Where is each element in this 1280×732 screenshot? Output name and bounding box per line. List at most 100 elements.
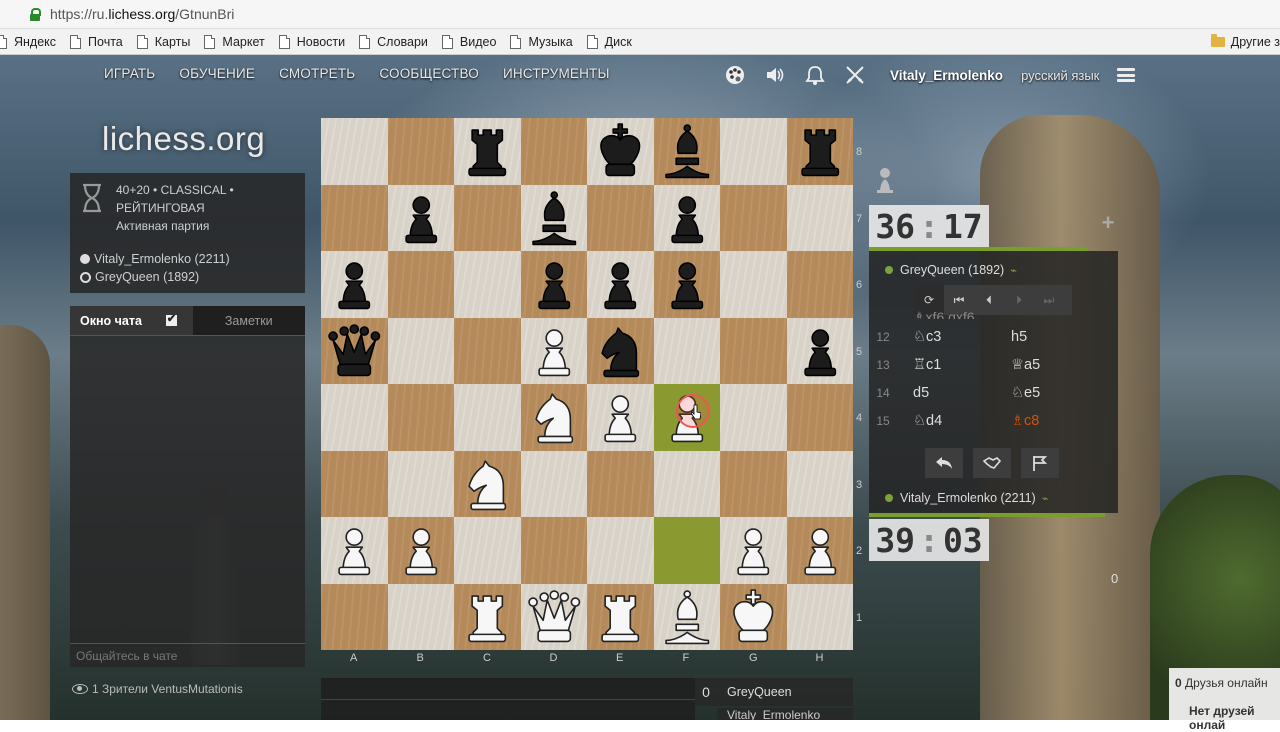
square-h1[interactable] (786, 583, 853, 650)
black-bishop-icon[interactable] (521, 185, 588, 252)
square-d2[interactable] (520, 517, 587, 584)
square-a3[interactable] (321, 450, 388, 517)
square-h5[interactable] (786, 317, 854, 385)
square-a7[interactable] (321, 184, 388, 251)
black-knight-icon[interactable] (587, 318, 654, 385)
black-pawn-icon[interactable] (388, 185, 455, 252)
bookmark-item[interactable]: Карты (136, 34, 190, 49)
white-king-icon[interactable] (720, 584, 787, 651)
square-d8[interactable] (520, 118, 587, 185)
black-pawn-icon[interactable] (787, 318, 854, 385)
bookmark-item[interactable]: Словари (359, 34, 428, 49)
square-g1[interactable] (720, 583, 787, 651)
square-b7[interactable] (387, 184, 455, 252)
square-f8[interactable] (653, 118, 721, 185)
sound-icon[interactable] (764, 64, 786, 86)
square-c3[interactable] (454, 450, 521, 517)
white-queen-icon[interactable] (521, 584, 588, 651)
square-b3[interactable] (387, 450, 454, 517)
square-e2[interactable] (587, 517, 654, 584)
square-c5[interactable] (454, 317, 521, 384)
black-bishop-icon[interactable] (654, 118, 721, 185)
square-g7[interactable] (720, 184, 787, 251)
opponent-name[interactable]: GreyQueen (1892) ⌁ (885, 263, 1017, 277)
square-b5[interactable] (387, 317, 454, 384)
prev-move-button[interactable]: ⏴ (974, 285, 1004, 315)
square-g3[interactable] (720, 450, 787, 517)
tab-chat[interactable]: Окно чата (70, 306, 193, 335)
square-b1[interactable] (387, 583, 454, 650)
hamburger-menu-icon[interactable] (1117, 68, 1136, 82)
resign-button[interactable] (1021, 448, 1059, 478)
square-f2[interactable] (653, 517, 720, 584)
bookmark-item[interactable]: Диск (586, 34, 632, 49)
white-rook-icon[interactable] (454, 584, 521, 651)
white-move[interactable]: ♘c3 (893, 329, 1011, 345)
square-d6[interactable] (520, 251, 587, 318)
square-d3[interactable] (520, 450, 587, 517)
friends-box[interactable]: 0 Друзья онлайн Нет друзей онлай (1169, 668, 1280, 732)
add-time-button[interactable]: + (1097, 210, 1119, 235)
bell-icon[interactable] (804, 64, 826, 86)
white-pawn-icon[interactable] (521, 318, 588, 385)
url-text[interactable]: https://ru.lichess.org/GtnunBri (50, 6, 234, 22)
white-pawn-icon[interactable] (321, 517, 388, 584)
chat-input[interactable]: Общайтесь в чате (70, 643, 305, 667)
black-move[interactable]: ♕a5 (1011, 357, 1109, 373)
square-h6[interactable] (786, 251, 853, 318)
white-player-link[interactable]: Vitaly_Ermolenko (2211) (80, 252, 230, 266)
tab-notes[interactable]: Заметки (192, 306, 305, 335)
language-selector[interactable]: русский язык (1021, 68, 1099, 83)
black-pawn-icon[interactable] (654, 185, 721, 252)
bookmark-item[interactable]: Музыка (510, 34, 573, 49)
bookmark-item[interactable]: Почта (70, 34, 123, 49)
square-g8[interactable] (720, 118, 787, 185)
square-c1[interactable] (454, 583, 521, 651)
white-pawn-icon[interactable] (587, 384, 654, 451)
black-pawn-icon[interactable] (321, 251, 388, 318)
black-rook-icon[interactable] (454, 118, 521, 185)
nav-tools[interactable]: ИНСТРУМЕНТЫ (503, 66, 610, 81)
square-d7[interactable] (520, 184, 588, 252)
white-pawn-icon[interactable] (388, 517, 455, 584)
black-player-link[interactable]: GreyQueen (1892) (80, 270, 199, 284)
other-bookmarks[interactable]: Другие з (1210, 29, 1280, 54)
square-e6[interactable] (587, 251, 654, 318)
white-move[interactable]: ♘d4 (893, 413, 1011, 429)
next-move-button[interactable]: ⏵ (1004, 285, 1034, 315)
offer-draw-button[interactable] (973, 448, 1011, 478)
last-move-button[interactable]: ⏭ (1034, 285, 1064, 315)
square-b2[interactable] (387, 517, 455, 584)
white-bishop-icon[interactable] (654, 584, 721, 651)
square-c2[interactable] (454, 517, 521, 584)
square-a2[interactable] (321, 517, 388, 584)
square-h4[interactable] (786, 384, 853, 451)
square-g2[interactable] (720, 517, 787, 584)
square-d5[interactable] (520, 317, 588, 385)
square-e3[interactable] (587, 450, 654, 517)
square-e1[interactable] (587, 583, 654, 650)
black-move[interactable]: ♘e5 (1011, 385, 1109, 401)
takeback-button[interactable] (925, 448, 963, 478)
nav-play[interactable]: ИГРАТЬ (104, 66, 155, 81)
black-king-icon[interactable] (587, 118, 654, 185)
square-h3[interactable] (786, 450, 853, 517)
square-a4[interactable] (321, 384, 388, 451)
bookmark-item[interactable]: Новости (278, 34, 345, 49)
nav-learn[interactable]: ОБУЧЕНИЕ (179, 66, 255, 81)
square-e7[interactable] (587, 184, 654, 251)
square-a8[interactable] (321, 118, 388, 185)
square-f3[interactable] (653, 450, 720, 517)
square-b6[interactable] (387, 251, 454, 318)
bookmark-item[interactable]: Яндекс (0, 34, 56, 49)
square-g5[interactable] (720, 317, 787, 384)
nav-community[interactable]: СООБЩЕСТВО (379, 66, 479, 81)
crossed-swords-icon[interactable] (844, 64, 866, 86)
square-a6[interactable] (321, 251, 388, 318)
square-g4[interactable] (720, 384, 787, 451)
square-a5[interactable] (321, 317, 388, 384)
black-move[interactable]: ♗c8 (1011, 413, 1109, 429)
site-logo[interactable]: lichess.org (102, 120, 265, 158)
square-h8[interactable] (786, 118, 853, 185)
black-move[interactable]: h5 (1011, 329, 1109, 345)
